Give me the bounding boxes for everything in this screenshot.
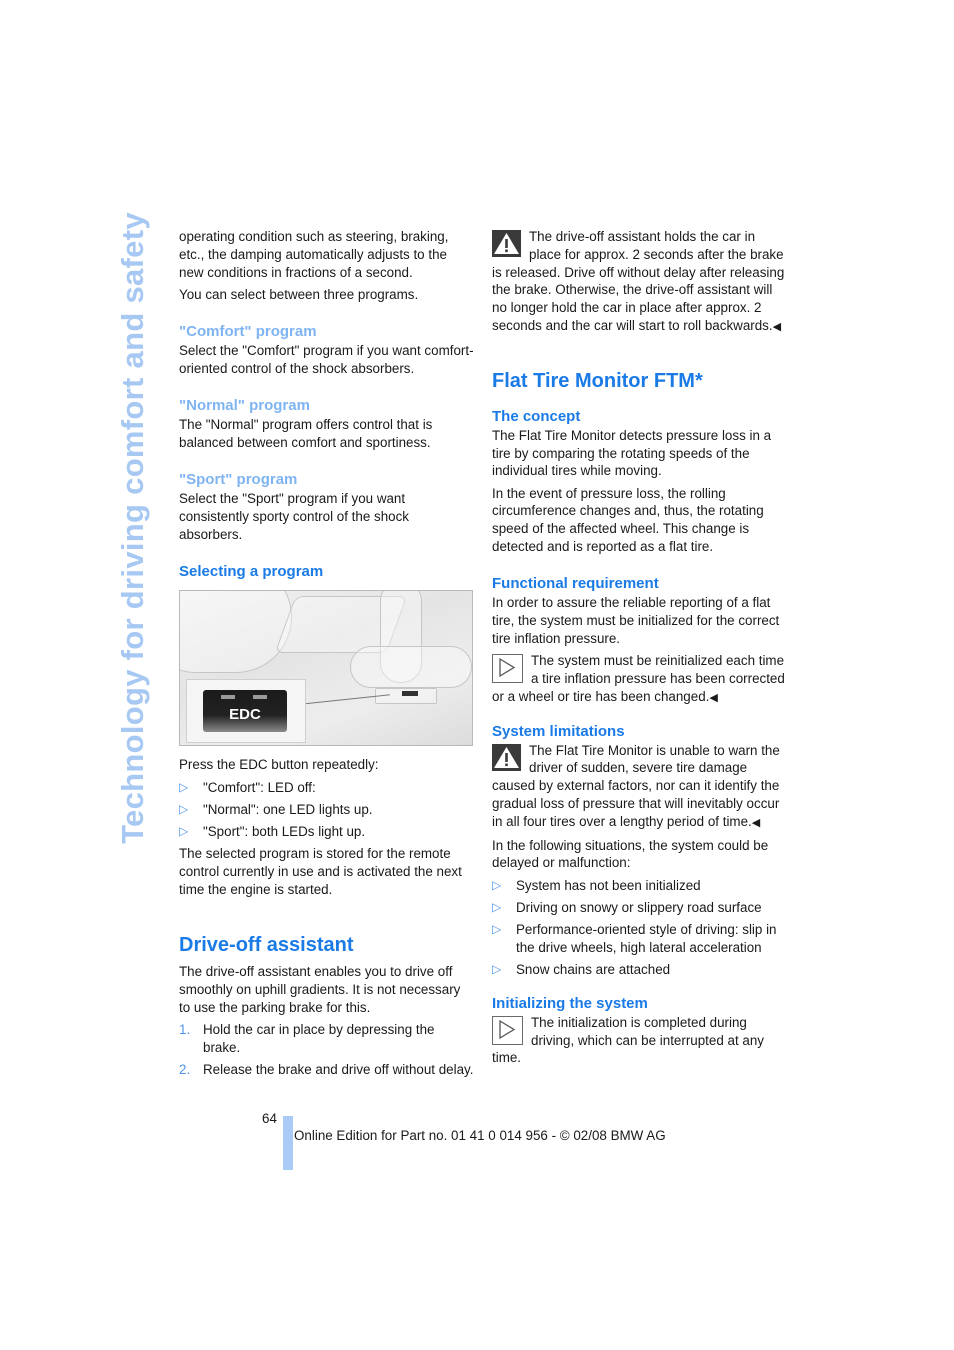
situations-list: ▷ System has not been initialized ▷ Drivin… (492, 877, 787, 979)
concept-heading: The concept (492, 407, 581, 425)
footer-edition-text: Online Edition for Part no. 01 41 0 014 … (294, 1128, 666, 1143)
page-number: 64 (262, 1111, 277, 1126)
functional-note: The system must be reinitialized each ti… (492, 652, 787, 707)
list-item: ▷ Driving on snowy or slippery road surfa… (492, 900, 762, 916)
triangle-bullet-icon: ▷ (179, 801, 189, 816)
functional-requirement-text: In order to assure the reliable reportin… (492, 595, 780, 646)
list-item: ▷ "Normal": one LED lights up. (179, 801, 373, 817)
edc-button: EDC (203, 690, 287, 733)
list-item: 1. Hold the car in place by depressing th… (179, 1022, 435, 1056)
limitations-warning-text: The Flat Tire Monitor is unable to warn … (492, 742, 780, 829)
situations-intro: In the following situations, the system … (492, 837, 769, 871)
init-note-text: The initialization is completed during d… (492, 1014, 764, 1066)
end-mark-icon: ◀ (772, 320, 782, 333)
concept-paragraph: In the event of pressure loss, the rolli… (492, 485, 764, 555)
drive-off-warning: The drive-off assistant holds the car in… (492, 228, 787, 337)
limitations-warning: The Flat Tire Monitor is unable to warn … (492, 742, 787, 833)
comfort-program-text: Select the "Comfort" program if you want… (179, 343, 474, 376)
triangle-bullet-icon: ▷ (179, 824, 189, 839)
system-limitations-heading: System limitations (492, 722, 625, 740)
list-item: ▷ Performance-oriented style of driving: … (492, 922, 777, 956)
edc-button-inset: EDC (186, 679, 306, 744)
right-column: The drive-off assistant holds the car in… (492, 228, 787, 1067)
functional-requirement-heading: Functional requirement (492, 575, 659, 593)
list-item: ▷ System has not been initialized (492, 877, 701, 893)
warning-icon (492, 743, 521, 771)
intro-paragraph: operating condition such as steering, br… (179, 229, 449, 280)
edc-button-label: EDC (229, 706, 261, 724)
edc-program-list: ▷ "Comfort": LED off: ▷ "Normal": one LED … (179, 779, 475, 841)
functional-note-text: The system must be reinitialized each ti… (492, 653, 785, 704)
chapter-side-title: Technology for driving comfort and safet… (113, 212, 153, 844)
triangle-bullet-icon: ▷ (179, 779, 189, 794)
drive-off-text: The drive-off assistant enables you to d… (179, 964, 461, 1015)
triangle-bullet-icon: ▷ (492, 877, 502, 892)
list-item: ▷ Snow chains are attached (492, 962, 671, 978)
center-tunnel-shape (350, 646, 472, 689)
flat-tire-monitor-heading: Flat Tire Monitor FTM* (492, 369, 703, 392)
edc-led-left (221, 695, 235, 700)
comfort-program-heading: "Comfort" program (179, 323, 317, 341)
note-triangle-icon (492, 1015, 523, 1045)
footer-accent-bar (283, 1116, 293, 1170)
list-item: ▷ "Sport": both LEDs light up. (179, 824, 366, 840)
note-triangle-icon (492, 654, 523, 684)
normal-program-text: The "Normal" program offers control that… (179, 417, 433, 451)
press-edc-text: Press the EDC button repeatedly: (179, 757, 379, 773)
init-note: The initialization is completed during d… (492, 1014, 787, 1067)
warning-icon (492, 230, 521, 257)
edc-button-location (402, 691, 418, 697)
drive-off-steps: 1. Hold the car in place by depressing th… (179, 1021, 475, 1078)
edc-led-right (253, 695, 267, 700)
list-item: ▷ "Comfort": LED off: (179, 779, 316, 795)
stored-program-text: The selected program is stored for the r… (179, 846, 462, 898)
selecting-program-heading: Selecting a program (179, 563, 324, 581)
triangle-bullet-icon: ▷ (492, 922, 502, 937)
end-mark-icon: ◀ (709, 691, 718, 704)
concept-paragraph: The Flat Tire Monitor detects pressure l… (492, 427, 772, 479)
initializing-heading: Initializing the system (492, 994, 648, 1012)
triangle-bullet-icon: ▷ (492, 962, 502, 977)
left-column: operating condition such as steering, br… (179, 228, 475, 1083)
list-item: 2. Release the brake and drive off withou… (179, 1061, 474, 1077)
drive-off-assistant-heading: Drive-off assistant (179, 934, 354, 957)
drive-off-warning-text: The drive-off assistant holds the car in… (492, 229, 785, 333)
chapter-side-title-text: Technology for driving comfort and safet… (115, 211, 151, 844)
end-mark-icon: ◀ (751, 816, 761, 829)
steering-wheel-shape (180, 591, 292, 674)
sport-program-heading: "Sport" program (179, 471, 298, 489)
edc-console-illustration: EDC (179, 590, 473, 747)
intro-paragraph: You can select between three programs. (179, 286, 419, 302)
sport-program-text: Select the "Sport" program if you want c… (179, 491, 409, 542)
triangle-bullet-icon: ▷ (492, 900, 502, 915)
normal-program-heading: "Normal" program (179, 397, 310, 415)
